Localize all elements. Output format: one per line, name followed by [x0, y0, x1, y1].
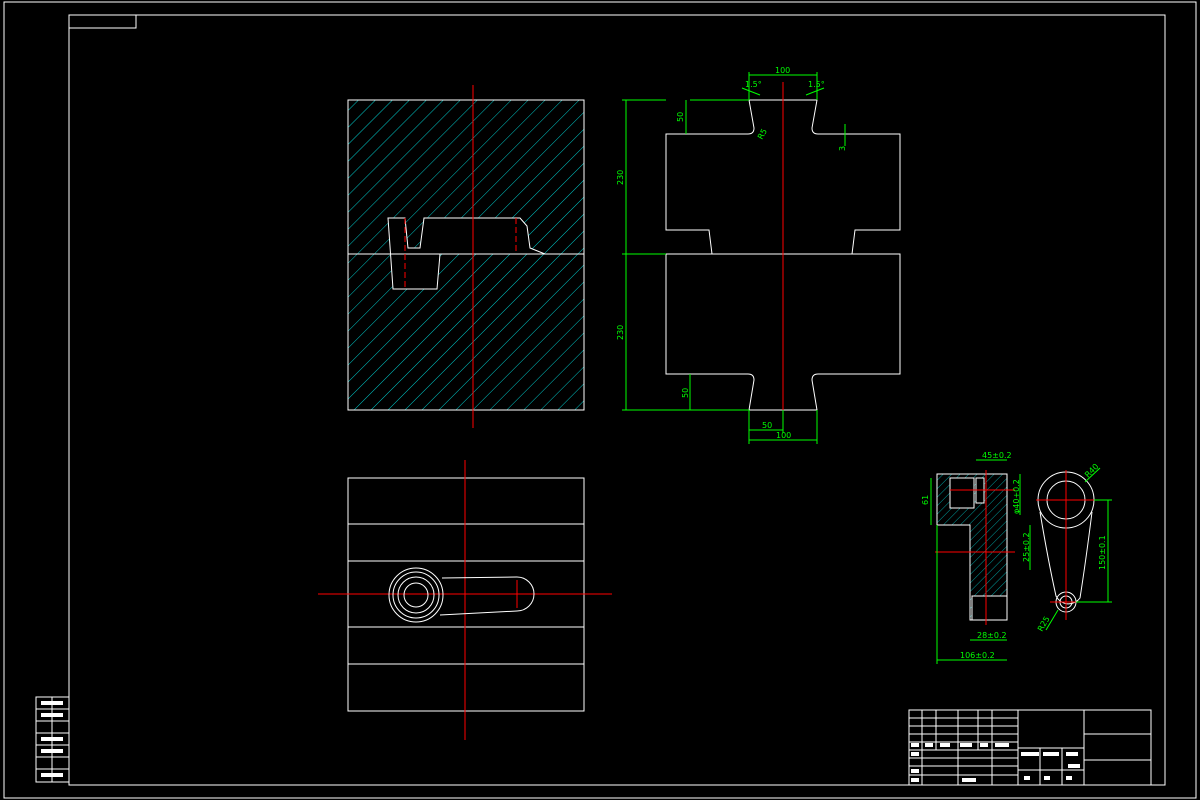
dim-big-radius: R40: [1083, 462, 1101, 480]
die-plan-view: [318, 460, 612, 740]
dim-bottom-width: 100: [776, 431, 791, 440]
drawing-frame: [3, 1, 1197, 799]
dim-left-angle: 1.5°: [745, 80, 762, 89]
dim-part-left-height: 61: [921, 495, 930, 505]
dim-right-angle: 1.5°: [808, 80, 825, 89]
left-margin-table: [35, 696, 70, 783]
dim-part-step: 28±0.2: [977, 631, 1007, 640]
die-side-view: 100 1.5° 1.5° R5 3 50 230 230 50 50 100: [616, 66, 901, 444]
dim-top-width: 100: [775, 66, 790, 75]
dim-part-depth: 25±0.2: [1022, 532, 1031, 562]
title-block: [908, 709, 1152, 786]
dim-upper-height: 230: [616, 170, 625, 185]
dim-bottom-depth: 50: [681, 388, 690, 398]
dim-part-overall: 106±0.2: [960, 651, 995, 660]
dim-small: 3: [838, 146, 847, 151]
dim-top-depth: 50: [676, 112, 685, 122]
dim-part-top: 45±0.2: [982, 451, 1012, 460]
dim-lower-height: 230: [616, 325, 625, 340]
part-section-view: 45±0.2 61 φ40+0.2 25±0.2 28±0.2 106±0.2: [921, 451, 1031, 664]
dim-radius: R5: [756, 127, 769, 141]
cad-drawing: 100 1.5° 1.5° R5 3 50 230 230 50 50 100: [3, 1, 1197, 799]
part-plan-view: 150±0.1 R40 R25: [1036, 462, 1112, 633]
dim-bottom-half: 50: [762, 421, 772, 430]
die-section-view: [347, 85, 585, 428]
dim-center-distance: 150±0.1: [1098, 535, 1107, 570]
dim-part-bore: φ40+0.2: [1012, 479, 1021, 514]
